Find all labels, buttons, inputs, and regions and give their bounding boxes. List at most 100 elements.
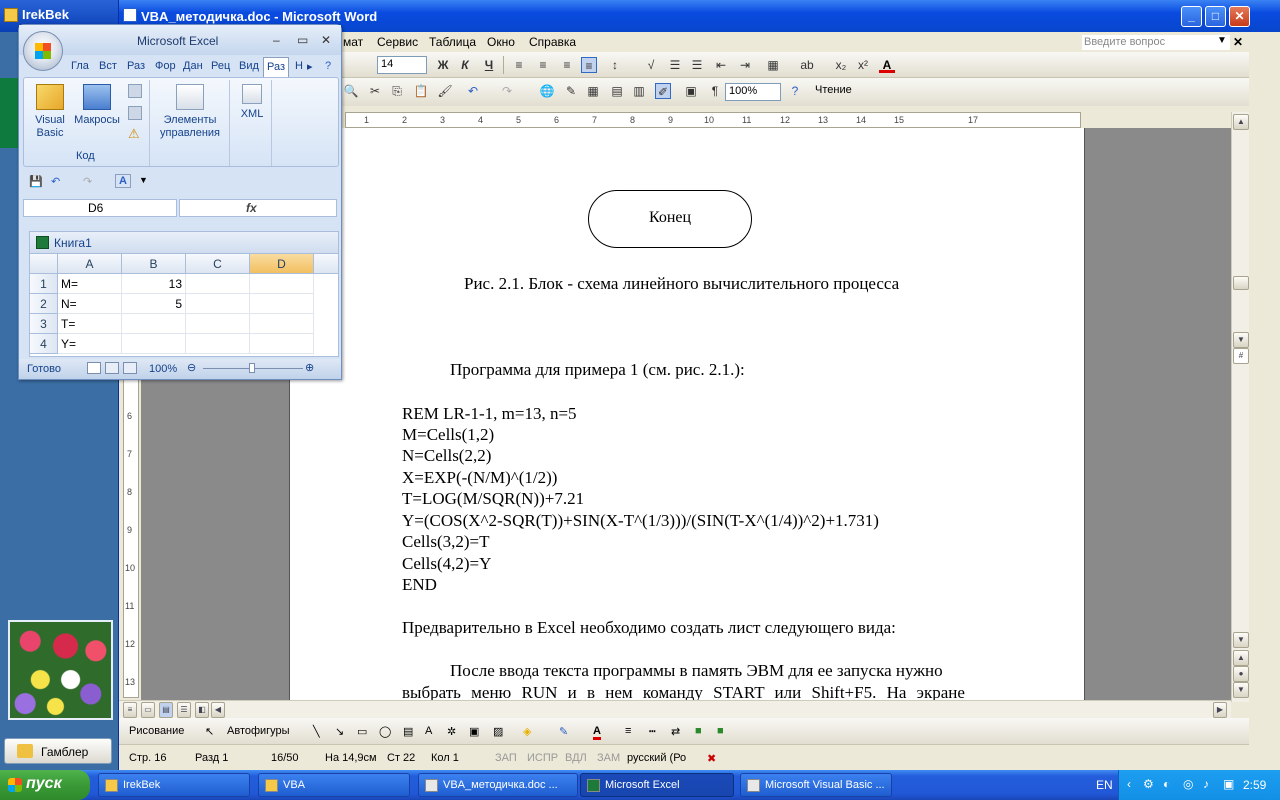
tray-app-icon[interactable]: ◎ xyxy=(1183,777,1193,791)
volume-icon[interactable]: ♪ xyxy=(1203,777,1209,791)
cut-icon[interactable]: ✂ xyxy=(367,83,383,99)
close-button[interactable]: ✕ xyxy=(1229,6,1250,27)
normal-view-icon[interactable] xyxy=(87,362,101,374)
macro-security-icon[interactable]: ⚠ xyxy=(128,126,140,142)
copy-icon[interactable]: ⎘ xyxy=(389,83,405,99)
scroll-left-icon[interactable]: ◀ xyxy=(211,702,225,718)
tab-developer[interactable]: Раз xyxy=(263,57,289,77)
preview-icon[interactable]: 🔍 xyxy=(343,83,359,99)
tables-borders-icon[interactable]: ✎ xyxy=(563,83,579,99)
cell[interactable] xyxy=(186,314,250,334)
menu-help[interactable]: Справка xyxy=(529,35,576,49)
start-button[interactable]: пуск xyxy=(0,770,90,800)
normal-view-icon[interactable]: ≡ xyxy=(123,702,137,718)
line-icon[interactable]: ╲ xyxy=(313,725,320,738)
split-icon[interactable]: # xyxy=(1233,348,1249,364)
undo-icon[interactable]: ↶ xyxy=(51,175,60,188)
page-layout-icon[interactable] xyxy=(105,362,119,374)
reading-view-icon[interactable]: ◧ xyxy=(195,702,209,718)
line-spacing-icon[interactable]: ↕ xyxy=(607,57,623,73)
language-indicator[interactable]: EN xyxy=(1096,778,1113,792)
minimize-button[interactable]: _ xyxy=(1181,6,1202,27)
print-view-icon[interactable]: ▤ xyxy=(159,702,173,718)
font-size-select[interactable]: 14 xyxy=(377,56,427,74)
zoom-out-icon[interactable]: ⊖ xyxy=(187,361,196,374)
zoom-level[interactable]: 100% xyxy=(149,363,177,375)
drawing-icon[interactable]: ✐ xyxy=(655,83,671,99)
justify-icon[interactable]: ≡ xyxy=(581,57,597,73)
cell[interactable]: N= xyxy=(58,294,122,314)
decrease-indent-icon[interactable]: ⇤ xyxy=(713,57,729,73)
scroll-down-icon[interactable]: ▼ xyxy=(1233,332,1249,348)
cell[interactable]: T= xyxy=(58,314,122,334)
numbering-icon[interactable]: ☰ xyxy=(667,57,683,73)
xml-button[interactable]: XML xyxy=(234,84,270,121)
columns-icon[interactable]: ▥ xyxy=(631,83,647,99)
gambler-button[interactable]: Гамблер xyxy=(4,738,112,764)
highlight-icon[interactable]: ab xyxy=(799,57,815,73)
line-color-icon[interactable]: ✎ xyxy=(559,725,568,738)
row-header[interactable]: 2 xyxy=(30,294,58,314)
increase-indent-icon[interactable]: ⇥ xyxy=(737,57,753,73)
tab-data[interactable]: Дан xyxy=(183,60,203,72)
workbook-title[interactable]: Книга1 xyxy=(29,231,339,253)
formula-icon[interactable]: √ xyxy=(643,57,659,73)
font-color-icon[interactable]: A xyxy=(879,57,895,73)
column-header[interactable]: C xyxy=(186,254,250,274)
vertical-scrollbar[interactable]: ▲ ▼ # ▼ ▲ ● ▼ xyxy=(1231,112,1249,702)
tab-page-layout[interactable]: Раз xyxy=(127,60,145,72)
clock[interactable]: 2:59 xyxy=(1243,778,1266,792)
excel-help-icon[interactable]: ? xyxy=(325,60,331,72)
cell[interactable] xyxy=(186,334,250,354)
menu-window[interactable]: Окно xyxy=(487,35,515,49)
cell[interactable] xyxy=(250,314,314,334)
row-header[interactable]: 1 xyxy=(30,274,58,294)
row-header[interactable]: 3 xyxy=(30,314,58,334)
scroll-thumb[interactable] xyxy=(1233,276,1249,290)
browse-object-icon[interactable]: ● xyxy=(1233,666,1249,682)
tray-app-icon[interactable]: ◐ xyxy=(1163,777,1170,791)
prev-page-icon[interactable]: ▲ xyxy=(1233,650,1249,666)
document-page[interactable]: Конец Рис. 2.1. Блок - схема линейного в… xyxy=(289,128,1085,700)
zoom-slider-thumb[interactable] xyxy=(249,363,255,373)
help-search-input[interactable]: Введите вопрос xyxy=(1081,34,1231,51)
format-painter-icon[interactable]: 🖌 xyxy=(437,83,453,99)
wordart-icon[interactable]: A xyxy=(425,725,432,737)
tab-review[interactable]: Рец xyxy=(211,60,230,72)
scroll-down-icon[interactable]: ▼ xyxy=(1233,632,1249,648)
cell[interactable] xyxy=(250,294,314,314)
zoom-select[interactable]: 100% xyxy=(725,83,781,101)
bullets-icon[interactable]: ☰ xyxy=(689,57,705,73)
shadow-icon[interactable]: ■ xyxy=(695,725,702,737)
column-header[interactable]: B xyxy=(122,254,186,274)
line-style-icon[interactable]: ≡ xyxy=(625,725,631,737)
tray-collapse-icon[interactable]: ‹ xyxy=(1127,777,1131,791)
picture-icon[interactable]: ▨ xyxy=(493,725,503,738)
arrow-icon[interactable]: ↘ xyxy=(335,725,344,738)
record-macro-icon[interactable] xyxy=(128,84,142,98)
web-view-icon[interactable]: ▭ xyxy=(141,702,155,718)
scroll-right-icon[interactable]: ▶ xyxy=(1213,702,1227,718)
help-icon[interactable]: ? xyxy=(787,83,803,99)
excel-minimize-button[interactable]: – xyxy=(273,33,280,47)
cell[interactable] xyxy=(186,274,250,294)
status-track[interactable]: ИСПР xyxy=(527,752,558,764)
task-excel[interactable]: Microsoft Excel xyxy=(580,773,734,797)
column-header[interactable]: A xyxy=(58,254,122,274)
reading-mode-button[interactable]: Чтение xyxy=(815,84,852,96)
superscript-icon[interactable]: x² xyxy=(855,57,871,73)
tabs-scroll-icon[interactable]: ▸ xyxy=(307,60,313,73)
fx-icon[interactable]: fx xyxy=(246,201,257,215)
cell[interactable] xyxy=(122,314,186,334)
cell[interactable]: 5 xyxy=(122,294,186,314)
tab-view[interactable]: Вид xyxy=(239,60,259,72)
task-irekbek[interactable]: IrekBek xyxy=(98,773,250,797)
zoom-in-icon[interactable]: ⊕ xyxy=(305,361,314,374)
cell[interactable] xyxy=(186,294,250,314)
pilcrow-icon[interactable]: ¶ xyxy=(707,83,723,99)
horizontal-ruler[interactable]: 1 2 3 4 5 6 7 8 9 10 11 12 13 14 15 17 xyxy=(345,112,1081,128)
status-overtype[interactable]: ЗАМ xyxy=(597,752,620,764)
next-page-icon[interactable]: ▼ xyxy=(1233,682,1249,698)
help-dropdown-icon[interactable]: ▼ xyxy=(1217,35,1227,46)
excel-title-bar[interactable]: Microsoft Excel – ▭ ✕ xyxy=(19,25,341,55)
